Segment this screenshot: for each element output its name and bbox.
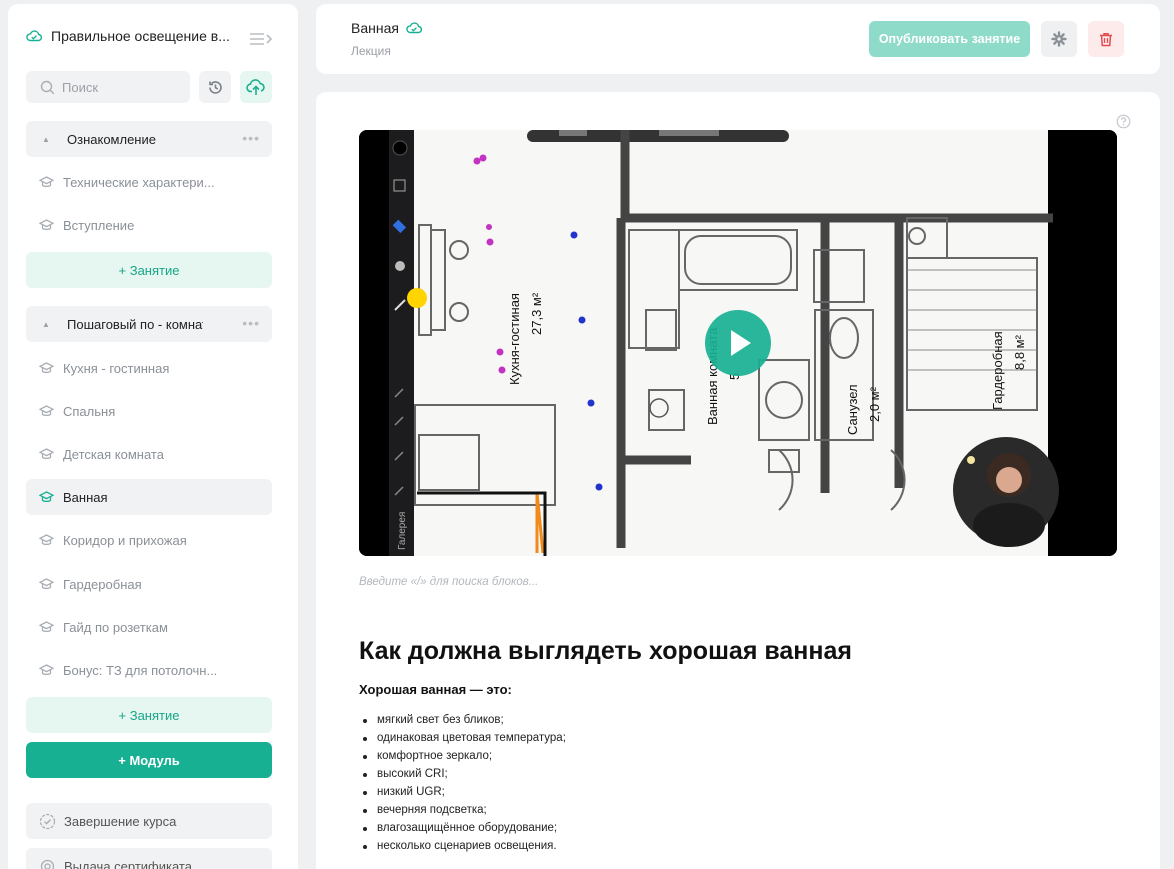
course-sidebar: Правильное освещение в... Поиск ▲ Ознако… [8,4,298,869]
lesson-label: Детская комната [63,446,164,462]
trash-icon [1100,32,1112,46]
module-header[interactable]: ▲ Ознакомление ••• [26,121,272,157]
lesson-type: Лекция [351,44,391,58]
graduation-cap-icon [39,404,54,416]
collapse-caret-icon[interactable]: ▲ [36,320,56,329]
lesson-item[interactable]: Бонус: ТЗ для потолочн... [26,652,272,688]
lesson-content: Кухня-гостиная 27,3 м² Ванная комната 5 … [316,92,1160,869]
list-item: мягкий свет без бликов; [359,711,566,729]
lesson-label: Кухня - гостинная [63,360,170,376]
content-subheading: Хорошая ванная — это: [359,682,512,697]
list-item: несколько сценариев освещения. [359,837,566,855]
lesson-label: Спальня [63,403,116,419]
lesson-item[interactable]: Технические характери... [26,164,272,200]
bullet-list: мягкий свет без бликов; одинаковая цвето… [359,711,566,855]
publish-lesson-button[interactable]: Опубликовать занятие [869,21,1030,57]
lesson-label: Технические характери... [63,174,215,190]
add-module-button[interactable]: + Модуль [26,742,272,778]
content-heading: Как должна выглядеть хорошая ванная [359,637,852,665]
check-badge-icon [39,813,56,829]
lesson-label: Гардеробная [63,576,142,592]
delete-button[interactable] [1088,21,1124,57]
lesson-item-active[interactable]: Ванная [26,479,272,515]
lesson-label: Коридор и прихожая [63,532,187,548]
list-item: комфортное зеркало; [359,747,566,765]
lesson-item[interactable]: Гардеробная [26,566,272,602]
lesson-item[interactable]: Спальня [26,393,272,429]
lesson-label: Бонус: ТЗ для потолочн... [63,662,218,678]
module-title: Ознакомление [67,131,156,147]
lesson-title-text: Ванная [351,20,399,36]
footer-item-label: Выдача сертификата [64,858,192,869]
module-title: Пошаговый по - комнатам [67,316,203,332]
list-item: одинаковая цветовая температура; [359,729,566,747]
graduation-cap-icon [39,175,54,187]
lesson-label: Гайд по розеткам [63,619,168,635]
room-label: Санузел [845,384,860,435]
search-placeholder: Поиск [62,79,99,95]
module-header[interactable]: ▲ Пошаговый по - комнатам ••• [26,306,272,342]
video-player[interactable]: Кухня-гостиная 27,3 м² Ванная комната 5 … [359,130,1117,556]
cloud-icon [26,30,42,42]
course-title[interactable]: Правильное освещение в... [26,28,276,44]
lesson-label: Вступление [63,217,135,233]
collapse-caret-icon[interactable]: ▲ [36,135,56,144]
help-icon[interactable] [1116,114,1131,134]
cloud-saved-icon [406,22,422,34]
graduation-cap-icon [39,361,54,373]
lesson-item[interactable]: Детская комната [26,436,272,472]
list-item: вечерняя подсветка; [359,801,566,819]
room-label: Гардеробная [990,331,1005,410]
graduation-cap-icon [39,490,54,502]
room-label: 8,8 м² [1012,334,1027,370]
play-button[interactable] [705,310,771,376]
more-dots-icon[interactable]: ••• [242,316,260,330]
cloud-upload-icon [246,79,265,95]
course-title-text: Правильное освещение в... [51,28,230,44]
list-item: влагозащищённое оборудование; [359,819,566,837]
graduation-cap-icon [39,218,54,230]
graduation-cap-icon [39,447,54,459]
lesson-title: Ванная [351,20,422,36]
lesson-item[interactable]: Кухня - гостинная [26,350,272,386]
history-button[interactable] [199,71,231,103]
settings-button[interactable] [1041,21,1077,57]
add-lesson-button[interactable]: + Занятие [26,697,272,733]
graduation-cap-icon [39,533,54,545]
lesson-item[interactable]: Гайд по розеткам [26,609,272,645]
lesson-label: Ванная [63,489,108,505]
collapse-menu-icon[interactable] [248,30,274,48]
gallery-label: Галерея [397,512,408,550]
more-dots-icon[interactable]: ••• [242,131,260,145]
block-search-placeholder[interactable]: Введите «/» для поиска блоков... [359,576,538,588]
list-item: низкий UGR; [359,783,566,801]
history-icon [208,80,222,94]
certificate-icon [40,859,55,869]
graduation-cap-icon [39,620,54,632]
graduation-cap-icon [39,663,54,675]
lesson-item[interactable]: Коридор и прихожая [26,522,272,558]
floor-plan-video-frame: Кухня-гостиная 27,3 м² Ванная комната 5 … [359,130,1117,556]
footer-item-label: Завершение курса [64,813,177,829]
room-label: 27,3 м² [529,292,544,335]
room-label: Кухня-гостиная [507,293,522,385]
search-input[interactable]: Поиск [26,71,190,103]
lesson-header: Ванная Лекция Опубликовать занятие [316,4,1160,74]
list-item: высокий CRI; [359,765,566,783]
gear-icon [1051,31,1067,47]
room-label: 2,0 м² [867,386,882,422]
search-icon [40,80,55,94]
lesson-item[interactable]: Вступление [26,207,272,243]
certificate-item[interactable]: Выдача сертификата [26,848,272,869]
add-lesson-button[interactable]: + Занятие [26,252,272,288]
graduation-cap-icon [39,577,54,589]
course-completion-item[interactable]: Завершение курса [26,803,272,839]
upload-cloud-button[interactable] [240,71,272,103]
